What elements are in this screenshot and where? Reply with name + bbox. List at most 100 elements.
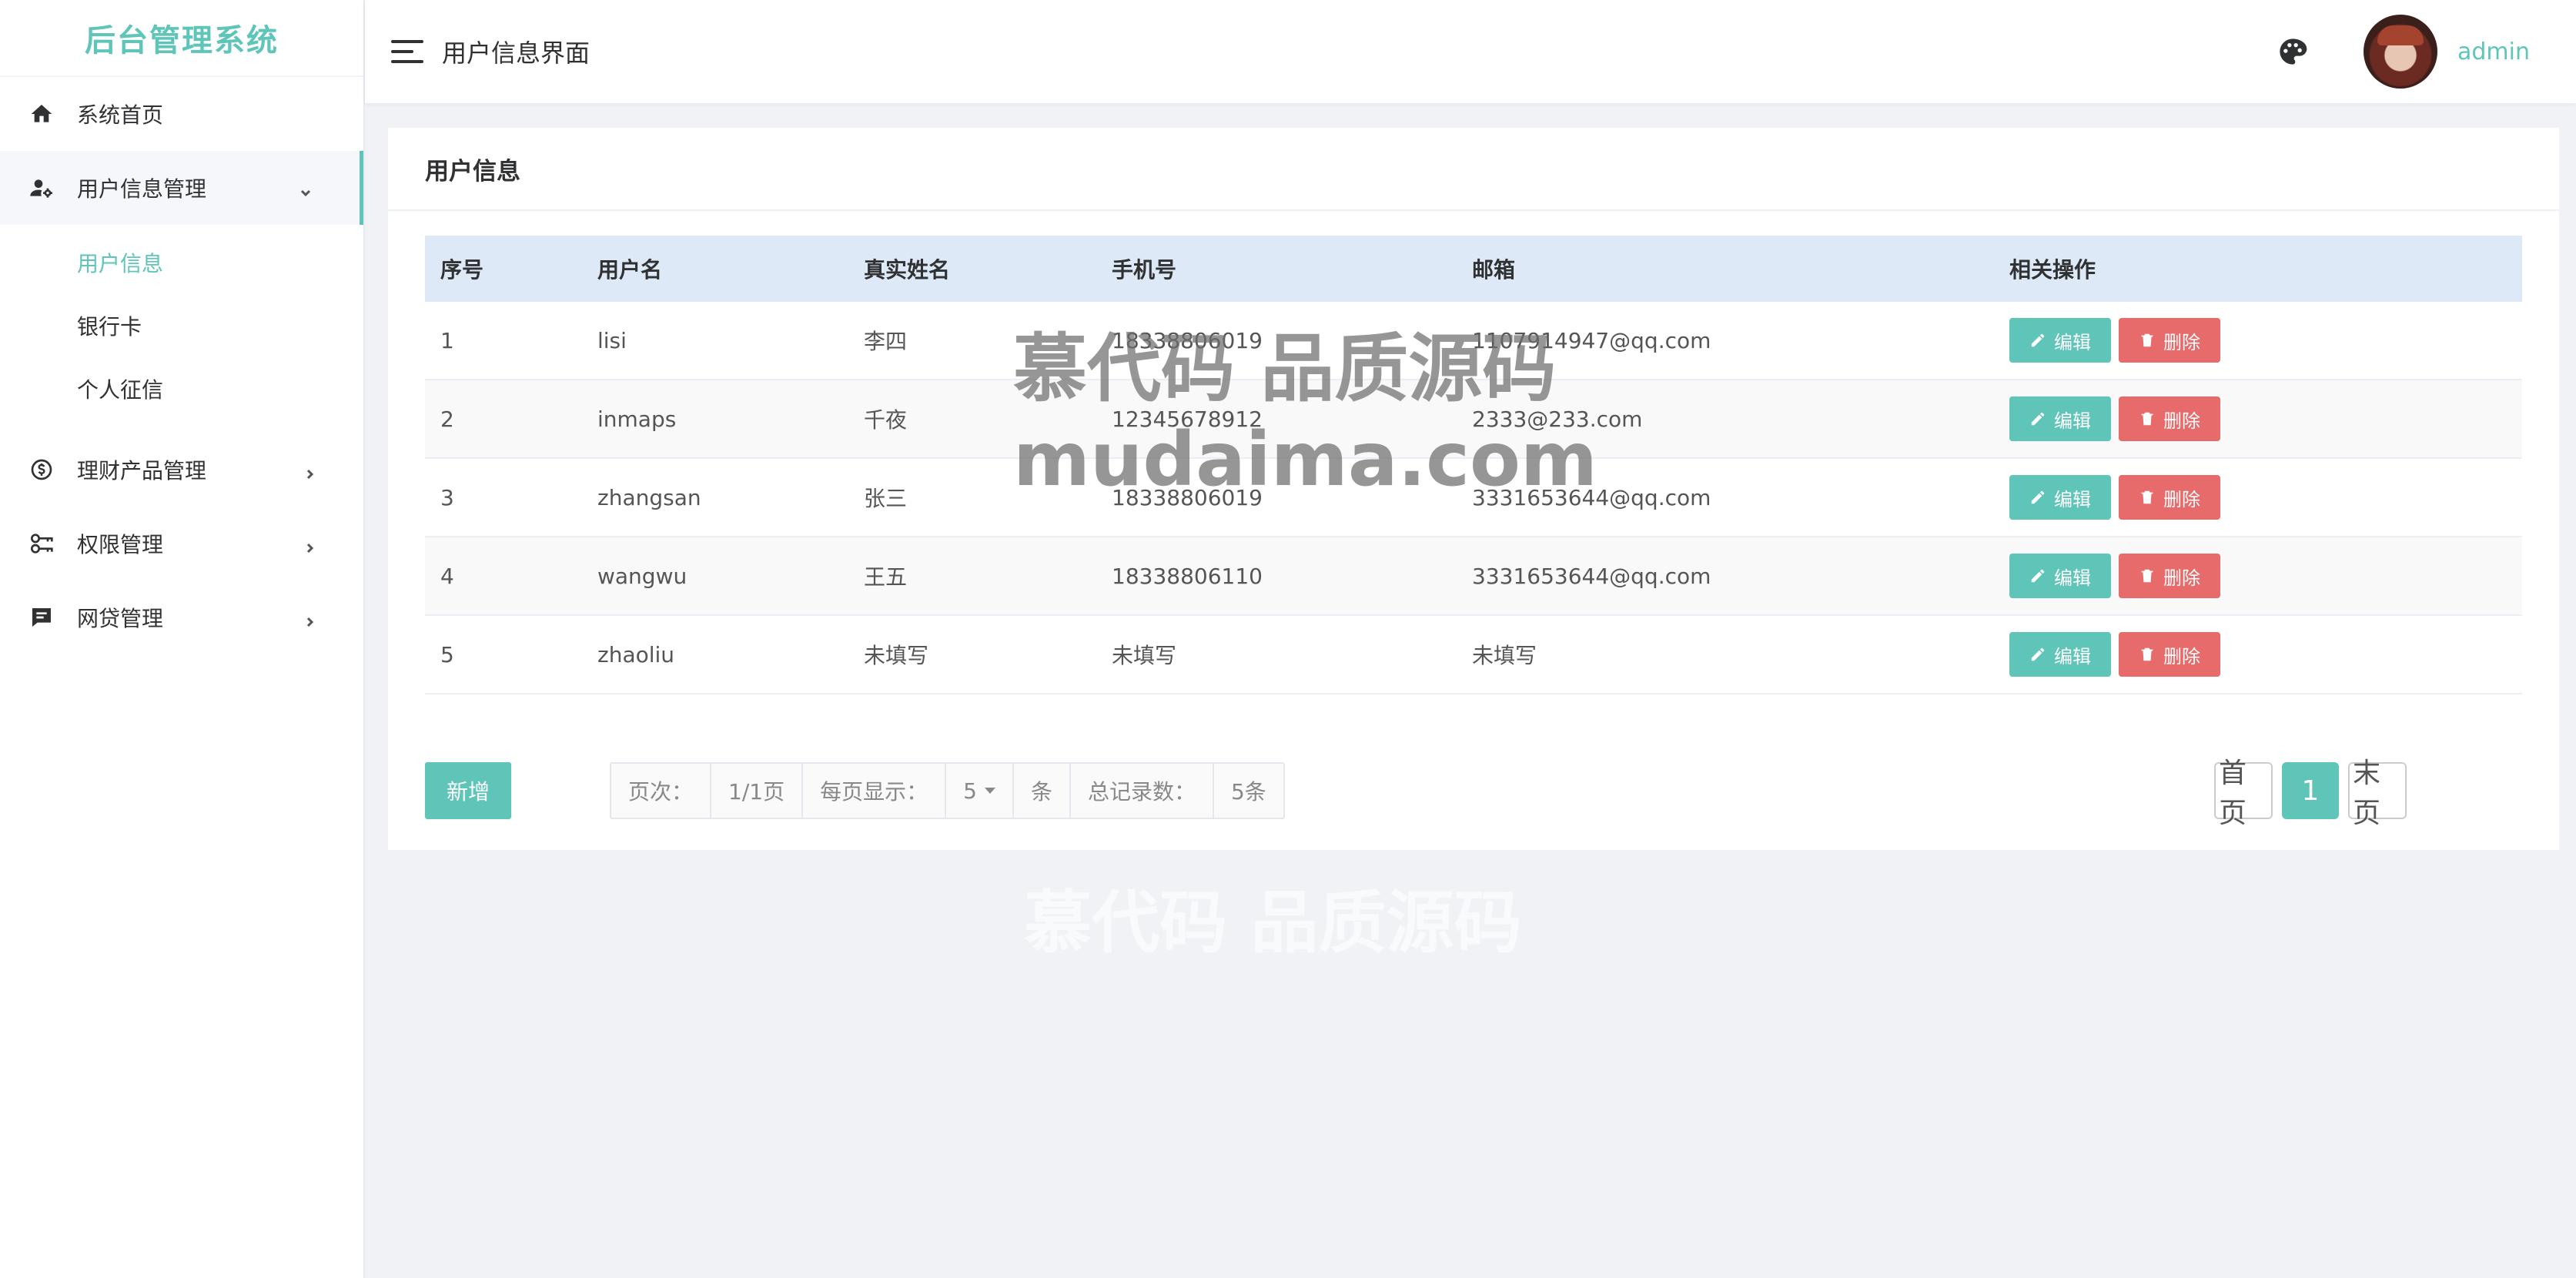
- header-right: admin: [2277, 0, 2530, 103]
- delete-label: 删除: [2163, 645, 2200, 667]
- cell-phone: 18338806110: [1112, 563, 1263, 589]
- delete-button[interactable]: 删除: [2119, 318, 2220, 363]
- pagination: 首页 1 末页: [2214, 758, 2407, 829]
- sidebar-item-label: 权限管理: [77, 532, 164, 557]
- table-header-row: 序号 用户名 真实姓名 手机号 邮箱 相关操作: [425, 236, 2522, 302]
- sidebar-item-credit[interactable]: 个人征信: [0, 357, 363, 420]
- watermark-faint: 慕代码 品质源码: [1024, 883, 1522, 962]
- cell-email: 1107914947@qq.com: [1472, 327, 1711, 353]
- cell-actions: 编辑 删除: [1994, 396, 2522, 441]
- cell-actions: 编辑 删除: [1994, 318, 2522, 363]
- pagination-info: 页次： 1/1页 每页显示： 5 条 总记录数： 5条: [610, 762, 1285, 819]
- brand-title: 后台管理系统: [0, 0, 363, 77]
- column-header: 手机号: [1112, 257, 1177, 283]
- caret-down-icon: [984, 788, 995, 794]
- edit-label: 编辑: [2054, 645, 2091, 667]
- column-header: 真实姓名: [864, 257, 951, 283]
- edit-button[interactable]: 编辑: [2009, 396, 2111, 441]
- chevron-right-icon: [302, 462, 317, 480]
- cell-username: wangwu: [597, 563, 687, 589]
- chevron-right-icon: [302, 536, 317, 554]
- delete-button[interactable]: 删除: [2119, 632, 2220, 677]
- pencil-icon: [2031, 333, 2045, 347]
- cell-index: 1: [440, 327, 454, 353]
- table-row: 4 wangwu 王五 18338806110 3331653644@qq.co…: [425, 537, 2522, 616]
- cell-phone: 18338806019: [1112, 327, 1263, 353]
- edit-button[interactable]: 编辑: [2009, 475, 2111, 520]
- pencil-icon: [2031, 569, 2045, 583]
- first-page-button[interactable]: 首页: [2214, 758, 2273, 829]
- cell-phone: 18338806019: [1112, 484, 1263, 510]
- delete-label: 删除: [2163, 410, 2200, 432]
- cell-email: 3331653644@qq.com: [1472, 563, 1711, 589]
- table-row: 5 zhaoliu 未填写 未填写 未填写 编辑 删除: [425, 616, 2522, 694]
- edit-label: 编辑: [2054, 331, 2091, 353]
- top-header: 用户信息界面 admin: [365, 0, 2576, 103]
- cell-real-name: 未填写: [864, 643, 929, 668]
- page-title: 用户信息界面: [442, 38, 590, 68]
- page-label: 页次：: [611, 764, 712, 818]
- total-label: 总记录数：: [1070, 764, 1214, 818]
- sidebar-item-bank-card[interactable]: 银行卡: [0, 294, 363, 357]
- cell-index: 4: [440, 563, 454, 589]
- page-value: 1/1页: [711, 764, 804, 818]
- cell-real-name: 千夜: [864, 407, 908, 433]
- column-header: 序号: [440, 257, 484, 283]
- cell-email: 3331653644@qq.com: [1472, 484, 1711, 510]
- per-page-unit: 条: [1013, 764, 1071, 818]
- table-row: 1 lisi 李四 18338806019 1107914947@qq.com …: [425, 302, 2522, 380]
- delete-button[interactable]: 删除: [2119, 554, 2220, 598]
- edit-button[interactable]: 编辑: [2009, 554, 2111, 598]
- table-row: 2 inmaps 千夜 12345678912 2333@233.com 编辑 …: [425, 380, 2522, 459]
- delete-label: 删除: [2163, 567, 2200, 589]
- last-page-button[interactable]: 末页: [2348, 758, 2407, 829]
- sidebar-item-label: 网贷管理: [77, 606, 164, 631]
- edit-button[interactable]: 编辑: [2009, 318, 2111, 363]
- per-page-value: 5: [963, 778, 977, 804]
- delete-label: 删除: [2163, 331, 2200, 353]
- sidebar-item-user-management[interactable]: 用户信息管理: [0, 151, 363, 225]
- username[interactable]: admin: [2457, 38, 2530, 65]
- cell-email: 未填写: [1472, 643, 1537, 668]
- cell-actions: 编辑 删除: [1994, 632, 2522, 677]
- pencil-icon: [2031, 490, 2045, 504]
- column-header: 邮箱: [1472, 257, 1516, 283]
- edit-label: 编辑: [2054, 410, 2091, 432]
- add-button[interactable]: 新增: [425, 762, 511, 819]
- sidebar-item-finance[interactable]: 理财产品管理: [0, 433, 363, 507]
- cell-username: lisi: [597, 327, 627, 353]
- cell-username: zhangsan: [597, 484, 701, 510]
- submenu-user-management: 用户信息 银行卡 个人征信: [0, 225, 363, 433]
- sidebar-item-loans[interactable]: 网贷管理: [0, 580, 363, 654]
- user-info-card: 用户信息 序号 用户名 真实姓名 手机号 邮箱 相关操作 1 lisi 李四 1…: [388, 128, 2559, 850]
- key-icon: [28, 530, 55, 557]
- finance-icon: [28, 456, 55, 483]
- edit-button[interactable]: 编辑: [2009, 632, 2111, 677]
- card-title: 用户信息: [388, 128, 2559, 211]
- sidebar-item-label: 系统首页: [77, 102, 164, 128]
- cell-username: zhaoliu: [597, 641, 675, 667]
- cell-email: 2333@233.com: [1472, 406, 1643, 432]
- cell-index: 5: [440, 641, 454, 667]
- trash-icon: [2141, 490, 2153, 504]
- cell-index: 3: [440, 484, 454, 510]
- avatar[interactable]: [2364, 15, 2437, 89]
- trash-icon: [2141, 412, 2153, 426]
- palette-icon[interactable]: [2277, 36, 2308, 67]
- sidebar-item-label: 理财产品管理: [77, 458, 207, 483]
- cell-index: 2: [440, 406, 454, 432]
- sidebar-item-user-info[interactable]: 用户信息: [0, 231, 363, 294]
- column-header: 相关操作: [2009, 257, 2096, 283]
- menu-toggle-icon[interactable]: [391, 40, 423, 63]
- cell-phone: 未填写: [1112, 643, 1177, 668]
- delete-button[interactable]: 删除: [2119, 396, 2220, 441]
- chevron-down-icon: [298, 180, 313, 197]
- sidebar-item-permissions[interactable]: 权限管理: [0, 507, 363, 580]
- sidebar-item-home[interactable]: 系统首页: [0, 77, 363, 151]
- per-page-select[interactable]: 5: [946, 764, 1014, 818]
- sidebar: 后台管理系统 系统首页 用户信息管理 用户信息 银行卡 个人征信 理财产品管理: [0, 0, 365, 1278]
- current-page-button[interactable]: 1: [2282, 762, 2339, 819]
- per-page-label: 每页显示：: [803, 764, 947, 818]
- total-value: 5条: [1213, 764, 1283, 818]
- delete-button[interactable]: 删除: [2119, 475, 2220, 520]
